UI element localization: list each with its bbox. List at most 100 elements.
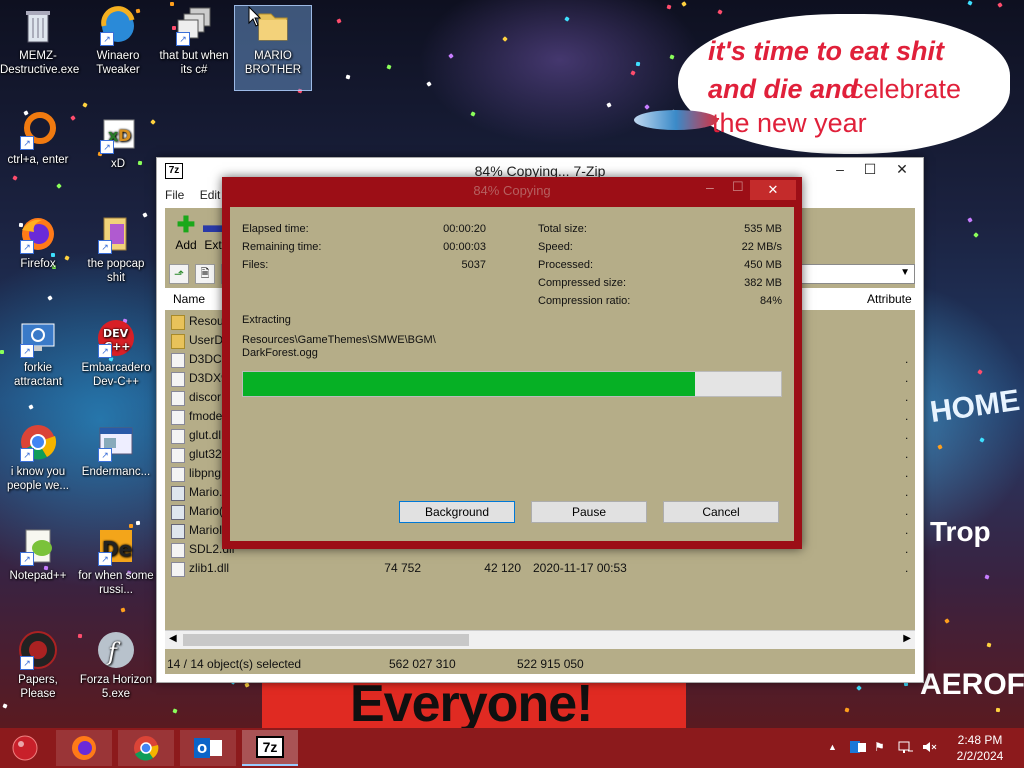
firefox-icon	[72, 736, 96, 760]
volume-muted-icon[interactable]	[922, 740, 938, 757]
folders-history-button[interactable]: 🗎	[195, 264, 215, 284]
taskbar-firefox[interactable]	[56, 730, 112, 766]
desktop-icon-chrome[interactable]: ↗ i know you people we...	[0, 422, 76, 493]
desktop-icon-label: MEMZ-Destructive.exe	[0, 50, 80, 76]
horizontal-scrollbar[interactable]: ◀ ▶	[165, 630, 915, 649]
confetti-piece	[984, 574, 990, 580]
file-attributes: .	[905, 428, 909, 442]
file-attributes: .	[905, 561, 909, 575]
mouse-cursor-icon	[248, 6, 262, 27]
dialog-title: 84% Copying	[473, 183, 551, 198]
clock-date: 2/2/2024	[956, 749, 1004, 763]
file-attributes: .	[905, 352, 909, 366]
add-button[interactable]: ✚ Add	[167, 212, 205, 252]
desktop-icon-label: Notepad++	[9, 570, 67, 582]
speech-line-3: the new year	[712, 108, 867, 138]
taskbar-outlook[interactable]: O	[180, 730, 236, 766]
confetti-piece	[82, 102, 88, 108]
desktop-icon-popcap[interactable]: ↗ the popcap shit	[78, 214, 154, 285]
desktop-icon-forkie[interactable]: ↗ forkie attractant	[0, 318, 76, 389]
desktop-icon-label: MARIO BROTHER	[244, 50, 302, 76]
progress-bar-fill	[243, 372, 695, 396]
confetti-piece	[244, 682, 250, 688]
shortcut-arrow-icon: ↗	[98, 448, 112, 462]
column-attributes[interactable]: Attribute	[867, 292, 912, 306]
file-modified: 2020-11-17 00:53	[533, 561, 627, 575]
file-row[interactable]: zlib1.dll 74 752 42 120 2020-11-17 00:53.	[165, 559, 915, 578]
desktop-icon-mario-brother[interactable]: MARIO BROTHER	[234, 5, 312, 91]
start-button[interactable]	[0, 730, 50, 766]
total-size-label: Total size:	[538, 223, 587, 235]
tray-outlook-icon[interactable]	[850, 740, 866, 757]
extract-button[interactable]: ▬ Ext	[203, 212, 223, 252]
dialog-close-button[interactable]: ✕	[750, 180, 796, 200]
desktop-icon-notepadpp[interactable]: ↗ Notepad++	[0, 526, 76, 583]
navigation-buttons: ⬏ 🗎	[169, 264, 219, 284]
dialog-minimize-button[interactable]: –	[706, 179, 714, 195]
desktop-icon-memz[interactable]: MEMZ-Destructive.exe	[0, 6, 80, 77]
wallpaper-text-home: HOME	[928, 383, 1022, 430]
up-folder-button[interactable]: ⬏	[169, 264, 189, 284]
pause-button[interactable]: Pause	[531, 501, 647, 523]
confetti-piece	[967, 217, 973, 223]
scroll-left-icon[interactable]: ◀	[169, 633, 177, 644]
maximize-button[interactable]: ☐	[855, 158, 885, 180]
desktop-icon-label: Forza Horizon 5.exe	[79, 674, 153, 700]
operation-label: Extracting	[242, 314, 291, 326]
desktop-icon-xd[interactable]: xD ↗ xD	[80, 114, 156, 171]
chevron-down-icon[interactable]: ▼	[900, 267, 910, 278]
confetti-piece	[47, 295, 53, 301]
desktop-icon-forza[interactable]: f Forza Horizon 5.exe	[78, 630, 154, 701]
confetti-piece	[717, 9, 723, 15]
background-button[interactable]: Background	[399, 501, 515, 523]
menu-file[interactable]: File	[165, 188, 184, 202]
flag-icon[interactable]: ⚑	[874, 740, 885, 754]
desktop-icon-ctrl-a[interactable]: ↗ ctrl+a, enter	[0, 110, 76, 167]
desktop-icon-papers-please[interactable]: ↗ Papers, Please	[0, 630, 76, 701]
desktop-icon-label: forkie attractant	[14, 362, 62, 388]
cancel-button[interactable]: Cancel	[663, 501, 779, 523]
shortcut-arrow-icon: ↗	[176, 32, 190, 46]
current-path: Resources\GameThemes\SMWE\BGM\	[242, 334, 436, 346]
de-icon: De ↗	[96, 526, 136, 566]
compression-ratio-label: Compression ratio:	[538, 295, 631, 307]
desktop-icon-winaero[interactable]: ↗ Winaero Tweaker	[80, 6, 156, 77]
confetti-piece	[856, 685, 862, 691]
status-bar: 14 / 14 object(s) selected 562 027 310 5…	[165, 654, 915, 674]
copy-progress-dialog: 84% Copying – ☐ ✕ Elapsed time: 00:00:20…	[222, 177, 802, 549]
speech-line-1: it's time to eat shit	[708, 36, 944, 66]
files-label: Files:	[242, 259, 269, 271]
file-attributes: .	[905, 466, 909, 480]
confetti-piece	[336, 18, 342, 24]
confetti-piece	[973, 232, 979, 238]
menu-edit[interactable]: Edit	[200, 188, 221, 202]
compressed-size-value: 382 MB	[744, 277, 782, 289]
desktop-icon-devcpp[interactable]: DEV C++ ↗ Embarcadero Dev-C++	[78, 318, 154, 389]
desktop-icon-label: Winaero Tweaker	[96, 50, 140, 76]
chevron-up-icon[interactable]: ▲	[828, 742, 837, 752]
desktop-icon-russian[interactable]: De ↗ for when some russi...	[78, 526, 154, 597]
close-button[interactable]: ✕	[887, 158, 917, 180]
add-button-label: Add	[175, 238, 197, 252]
folder-icon	[171, 334, 185, 349]
file-icon	[171, 543, 185, 558]
file-attributes: .	[905, 447, 909, 461]
desktop-icon-firefox[interactable]: ↗ Firefox	[0, 214, 76, 271]
desktop-icon-label: for when some russi...	[78, 570, 154, 596]
minimize-button[interactable]: –	[825, 158, 855, 180]
desktop-icon-endermanch[interactable]: ↗ Endermanc...	[78, 422, 154, 479]
scroll-right-icon[interactable]: ▶	[903, 633, 911, 644]
taskbar-chrome[interactable]	[118, 730, 174, 766]
scroll-thumb[interactable]	[183, 634, 469, 646]
taskbar-7zip[interactable]: 7z	[242, 730, 298, 766]
column-name[interactable]: Name	[173, 292, 205, 306]
clock[interactable]: 2:48 PM 2/2/2024	[950, 732, 1010, 764]
dialog-maximize-button[interactable]: ☐	[732, 179, 744, 195]
desktop-icon-label: Papers, Please	[18, 674, 58, 700]
confetti-piece	[937, 444, 943, 450]
network-icon[interactable]	[898, 740, 914, 757]
confetti-piece	[606, 102, 612, 108]
desktop-icon-csharp[interactable]: ↗ that but when its c#	[156, 6, 232, 77]
exe-icon	[171, 524, 185, 539]
file-name: zlib1.dll	[189, 561, 230, 575]
